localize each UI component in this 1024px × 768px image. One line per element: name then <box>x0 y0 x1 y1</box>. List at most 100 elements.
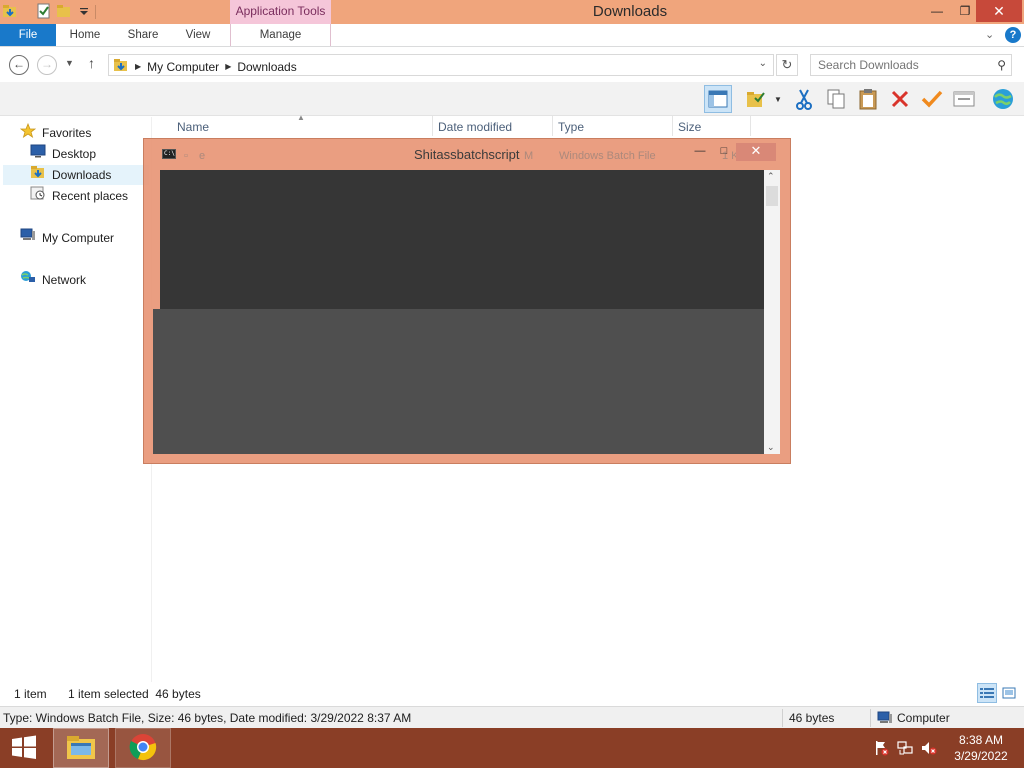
rename-check-icon[interactable] <box>918 85 946 113</box>
breadcrumb-separator[interactable]: ▶ <box>225 62 231 71</box>
scroll-up-icon[interactable]: ⌃ <box>767 171 775 182</box>
search-icon[interactable]: ⚲ <box>997 58 1006 72</box>
address-bar[interactable]: ▶ My Computer ▶ Downloads ⌄ <box>108 54 774 76</box>
chrome-icon <box>129 733 157 764</box>
ghost-file-icon: ▫ <box>184 150 188 162</box>
ghost-file-name: e <box>199 150 206 162</box>
ghost-date: M <box>524 150 534 162</box>
tab-file[interactable]: File <box>0 24 56 46</box>
star-icon <box>19 122 37 144</box>
column-divider[interactable] <box>552 116 553 136</box>
window-title: Downloads <box>592 3 668 20</box>
action-center-flag-icon[interactable] <box>872 740 890 756</box>
console-close-button[interactable]: ✕ <box>736 143 776 161</box>
large-icons-view-button[interactable] <box>999 683 1019 703</box>
nav-downloads[interactable]: Downloads <box>3 165 149 185</box>
location-detail: Computer <box>897 711 950 725</box>
folder-options-icon[interactable] <box>742 85 770 113</box>
nav-recent-places[interactable]: Recent places <box>30 186 128 206</box>
taskbar: 8:38 AM 3/29/2022 <box>0 728 1024 768</box>
properties-icon[interactable] <box>36 3 52 19</box>
breadcrumb-separator[interactable]: ▶ <box>135 62 141 71</box>
help-icon[interactable]: ? <box>1005 27 1021 43</box>
file-details: Type: Windows Batch File, Size: 46 bytes… <box>3 711 412 725</box>
up-button[interactable]: ↑ <box>88 55 95 71</box>
address-dropdown-icon[interactable]: ⌄ <box>759 58 767 69</box>
downloads-folder-icon <box>113 58 129 75</box>
back-button[interactable]: ← <box>9 55 29 75</box>
column-divider[interactable] <box>672 116 673 136</box>
details-view-button[interactable] <box>977 683 997 703</box>
console-output-area[interactable] <box>160 170 764 309</box>
close-button[interactable]: ✕ <box>976 0 1022 22</box>
downloads-icon <box>30 165 46 185</box>
nav-network[interactable]: Network <box>20 270 86 290</box>
nav-network-label: Network <box>42 273 87 287</box>
preview-pane-button[interactable] <box>704 85 732 113</box>
tab-home[interactable]: Home <box>62 24 108 46</box>
column-divider[interactable] <box>432 116 433 136</box>
console-minimize-button[interactable]: — <box>692 143 708 161</box>
nav-downloads-label: Downloads <box>52 168 112 182</box>
file-explorer-icon <box>65 733 97 764</box>
breadcrumb-downloads[interactable]: Downloads <box>237 60 296 74</box>
search-box[interactable]: ⚲ <box>810 54 1012 76</box>
delete-icon[interactable] <box>886 85 914 113</box>
new-folder-icon[interactable] <box>56 3 72 19</box>
scroll-down-icon[interactable]: ⌄ <box>767 442 775 453</box>
item-count: 1 item <box>14 687 47 701</box>
expand-ribbon-icon[interactable]: ⌄ <box>985 28 994 41</box>
volume-muted-icon[interactable] <box>920 740 938 756</box>
forward-button[interactable]: → <box>37 55 57 75</box>
tab-view[interactable]: View <box>178 24 218 46</box>
clock-date: 3/29/2022 <box>954 749 1008 763</box>
taskbar-chrome[interactable] <box>115 728 171 768</box>
refresh-button[interactable]: ↻ <box>776 54 798 76</box>
console-title-bar[interactable]: C:\ ▫ e Shitassbatchscript M Windows Bat… <box>144 139 790 169</box>
quick-access-toolbar <box>2 3 92 19</box>
customize-dropdown-icon[interactable] <box>76 3 92 19</box>
folder-icon[interactable] <box>2 3 18 19</box>
recent-locations-dropdown[interactable]: ▼ <box>65 58 74 68</box>
paste-icon[interactable] <box>854 85 882 113</box>
copy-icon[interactable] <box>822 85 850 113</box>
nav-desktop[interactable]: Desktop <box>30 144 96 164</box>
details-divider <box>870 709 871 727</box>
console-title: Shitassbatchscript <box>414 147 520 162</box>
column-name[interactable]: Name <box>177 118 209 136</box>
properties-window-icon[interactable] <box>950 85 978 113</box>
windows-logo-icon <box>11 735 37 762</box>
column-divider[interactable] <box>750 116 751 136</box>
tab-manage[interactable]: Manage <box>230 24 331 46</box>
network-icon <box>20 270 36 290</box>
console-icon: C:\ <box>162 149 176 159</box>
column-size[interactable]: Size <box>678 118 701 136</box>
console-scrollbar[interactable]: ⌃ ⌄ <box>764 170 780 454</box>
sort-ascending-icon: ▲ <box>297 113 305 122</box>
system-clock[interactable]: 8:38 AM 3/29/2022 <box>946 732 1016 764</box>
application-tools-context: Application Tools <box>230 0 331 24</box>
taskbar-file-explorer[interactable] <box>53 728 109 768</box>
folder-options-dropdown-icon[interactable]: ▼ <box>768 85 788 113</box>
nav-favorites[interactable]: Favorites <box>19 122 92 144</box>
minimize-button[interactable]: — <box>922 0 952 22</box>
status-bar: 1 item 1 item selected 46 bytes <box>0 684 1024 704</box>
search-input[interactable] <box>811 55 986 75</box>
nav-my-computer[interactable]: My Computer <box>20 228 114 248</box>
cut-icon[interactable] <box>790 85 818 113</box>
ribbon-tabs: File Home Share View Manage ⌄ ? <box>0 24 1024 47</box>
nav-favorites-label: Favorites <box>42 126 92 140</box>
breadcrumb-my-computer[interactable]: My Computer <box>147 60 219 74</box>
console-maximize-button[interactable]: □ <box>716 143 732 161</box>
ghost-type: Windows Batch File <box>559 150 656 162</box>
tab-share[interactable]: Share <box>121 24 165 46</box>
start-button[interactable] <box>0 728 48 768</box>
scrollbar-thumb[interactable] <box>766 186 778 206</box>
globe-icon[interactable] <box>989 85 1017 113</box>
column-type[interactable]: Type <box>558 118 584 136</box>
network-status-icon[interactable] <box>896 740 914 756</box>
console-output-area-lower[interactable] <box>153 309 765 454</box>
recent-places-icon <box>30 186 46 206</box>
column-date-modified[interactable]: Date modified <box>438 118 512 136</box>
batch-script-window[interactable]: C:\ ▫ e Shitassbatchscript M Windows Bat… <box>143 138 791 464</box>
